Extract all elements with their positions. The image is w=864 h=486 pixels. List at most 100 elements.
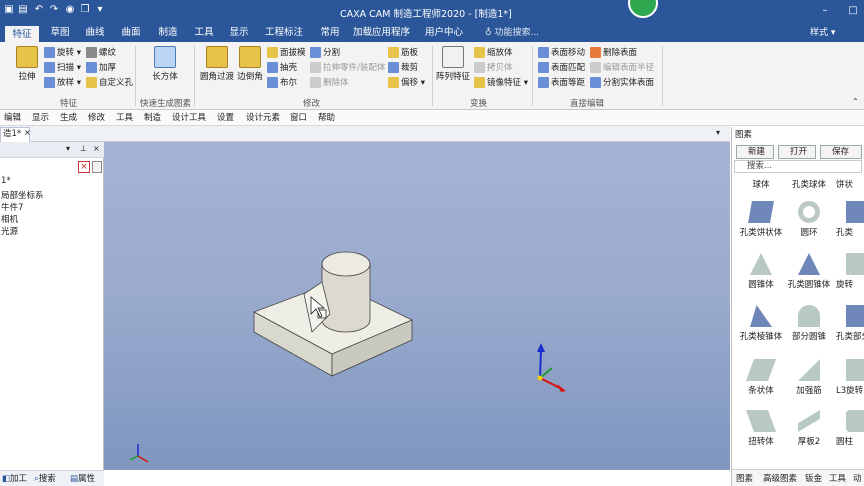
mirror-feature-button[interactable]: 镜像特征 ▾ [474, 76, 528, 90]
edit-radius-button[interactable]: 编辑表面半径 [590, 61, 654, 75]
pin-icon[interactable]: ⊥ [80, 144, 87, 153]
function-search[interactable]: ♁ 功能搜索... [485, 24, 539, 42]
collapse-ribbon-icon[interactable]: ⌃ [852, 97, 859, 106]
shape-pie[interactable]: 饼状 [836, 178, 864, 190]
trim-button[interactable]: 裁剪 [388, 61, 418, 75]
triad-icon[interactable] [537, 343, 566, 392]
tab-properties[interactable]: ▤属性 [70, 472, 95, 486]
fillet-button[interactable]: 圆角过渡 [200, 46, 234, 82]
tree-item-root[interactable]: 1* [1, 176, 11, 186]
rib-button[interactable]: 筋板 [388, 46, 418, 60]
draft-button[interactable]: 面拔模 [267, 46, 306, 60]
library-save-button[interactable]: 保存 [820, 145, 862, 159]
close-tab-icon[interactable]: × [24, 128, 31, 137]
offset-button[interactable]: 偏移 ▾ [388, 76, 425, 90]
tree-item-local-coord[interactable]: 局部坐标系 [1, 189, 44, 201]
tree-item-camera[interactable]: 相机 [1, 213, 18, 225]
sweep-button[interactable]: 扫描 ▾ [44, 61, 81, 75]
menu-generate[interactable]: 生成 [60, 110, 77, 126]
menu-window[interactable]: 窗口 [290, 110, 307, 126]
redo-icon[interactable]: ↷ [48, 4, 60, 16]
shape-cylinder[interactable]: 圆柱 [836, 410, 864, 447]
extrude-to-part-button[interactable]: 拉伸零件/装配体 [310, 61, 385, 75]
shape-hole-pyramid[interactable]: 孔类棱锥体 [738, 305, 784, 342]
shape-revolve[interactable]: 旋转 [836, 253, 864, 290]
menu-edit[interactable]: 编辑 [4, 110, 21, 126]
boolean-button[interactable]: 布尔 [267, 76, 297, 90]
notification-badge-icon[interactable] [628, 0, 658, 18]
delete-face-button[interactable]: 删除表面 [590, 46, 637, 60]
copy-icon[interactable]: ❐ [79, 4, 91, 16]
scale-body-button[interactable]: 缩放体 [474, 46, 513, 60]
tree-options-icon[interactable] [92, 161, 102, 173]
menu-manufacture[interactable]: 制造 [144, 110, 161, 126]
chamfer-button[interactable]: 边倒角 [236, 46, 264, 82]
tab-tools[interactable]: 工具 [189, 24, 219, 42]
tab-manufacture[interactable]: 制造 [153, 24, 183, 42]
tab-user-center[interactable]: 用户中心 [422, 24, 466, 42]
3d-viewport[interactable] [104, 142, 730, 470]
shape-thick-plate[interactable]: 厚板2 [786, 410, 832, 447]
face-distance-button[interactable]: 表面等距 [538, 76, 585, 90]
menu-modify[interactable]: 修改 [88, 110, 105, 126]
shape-hole[interactable]: 孔类 [836, 201, 864, 238]
tab-common[interactable]: 常用 [315, 24, 345, 42]
menu-design-elements[interactable]: 设计元素 [246, 110, 280, 126]
tab-addins[interactable]: 加载应用程序 [353, 24, 410, 42]
shape-hole-partial-cone[interactable]: 孔类部分圆锥 [836, 305, 864, 342]
shape-rib[interactable]: 加强筋 [786, 359, 832, 396]
close-panel-icon[interactable]: × [93, 144, 100, 153]
shape-hole-pie[interactable]: 孔类饼状体 [738, 201, 784, 238]
library-open-button[interactable]: 打开 [778, 145, 816, 159]
tab-sheet-metal[interactable]: 钣金 [805, 472, 822, 484]
tree-item-light[interactable]: 光源 [1, 225, 18, 237]
move-face-button[interactable]: 表面移动 [538, 46, 585, 60]
tab-animation[interactable]: 动 [853, 472, 862, 484]
separate-face-button[interactable]: 分割实体表面 [590, 76, 654, 90]
tab-display[interactable]: 显示 [224, 24, 254, 42]
save-icon[interactable]: ▣ [3, 4, 15, 16]
panel-menu-icon[interactable]: ▾ [66, 144, 70, 153]
tab-annotation[interactable]: 工程标注 [262, 24, 306, 42]
menu-design-tools[interactable]: 设计工具 [172, 110, 206, 126]
part-model[interactable] [253, 251, 413, 377]
thread-button[interactable]: 螺纹 [86, 46, 116, 60]
tab-list-icon[interactable]: ▾ [716, 128, 720, 137]
tab-sketch[interactable]: 草图 [45, 24, 75, 42]
tab-search[interactable]: ⌕搜索 [34, 472, 56, 486]
shape-partial-cone[interactable]: 部分圆锥 [786, 305, 832, 342]
menu-tools[interactable]: 工具 [116, 110, 133, 126]
shape-cone[interactable]: 圆锥体 [738, 253, 784, 290]
delete-icon[interactable]: × [78, 161, 90, 173]
delete-body-button[interactable]: 删除体 [310, 76, 349, 90]
tab-library-tools[interactable]: 工具 [829, 472, 846, 484]
menu-settings[interactable]: 设置 [217, 110, 234, 126]
thicken-button[interactable]: 加厚 [86, 61, 116, 75]
tab-basic-shapes[interactable]: 图素 [736, 472, 753, 484]
shape-l3-revolve[interactable]: L3旋转 [836, 359, 864, 396]
undo-icon[interactable]: ↶ [33, 4, 45, 16]
library-search-input[interactable]: 搜索... [734, 160, 862, 173]
tab-machining[interactable]: ◧加工 [2, 472, 27, 486]
menu-help[interactable]: 帮助 [318, 110, 335, 126]
copy-body-button[interactable]: 拷贝体 [474, 61, 513, 75]
minimize-icon[interactable]: – [818, 4, 832, 18]
custom-hole-button[interactable]: 自定义孔 [86, 76, 133, 90]
menu-display[interactable]: 显示 [32, 110, 49, 126]
shell-button[interactable]: 抽壳 [267, 61, 297, 75]
maximize-icon[interactable]: □ [846, 4, 860, 18]
shape-sphere[interactable]: 球体 [738, 178, 784, 190]
revolve-button[interactable]: 旋转 ▾ [44, 46, 81, 60]
library-new-button[interactable]: 新建 [736, 145, 774, 159]
pattern-button[interactable]: 阵列特征 [436, 46, 470, 82]
shape-hole-cone[interactable]: 孔类圆锥体 [786, 253, 832, 290]
shape-torus[interactable]: 圆环 [786, 201, 832, 238]
settings-icon[interactable]: ◉ [64, 4, 76, 16]
shape-bar[interactable]: 条状体 [738, 359, 784, 396]
match-face-button[interactable]: 表面匹配 [538, 61, 585, 75]
tree-item-part[interactable]: 牛件7 [1, 201, 23, 213]
shape-hole-sphere[interactable]: 孔类球体 [786, 178, 832, 190]
tab-curve[interactable]: 曲线 [80, 24, 110, 42]
tab-advanced-shapes[interactable]: 高级图素 [763, 472, 797, 484]
tab-feature[interactable]: 特征 [5, 24, 39, 42]
